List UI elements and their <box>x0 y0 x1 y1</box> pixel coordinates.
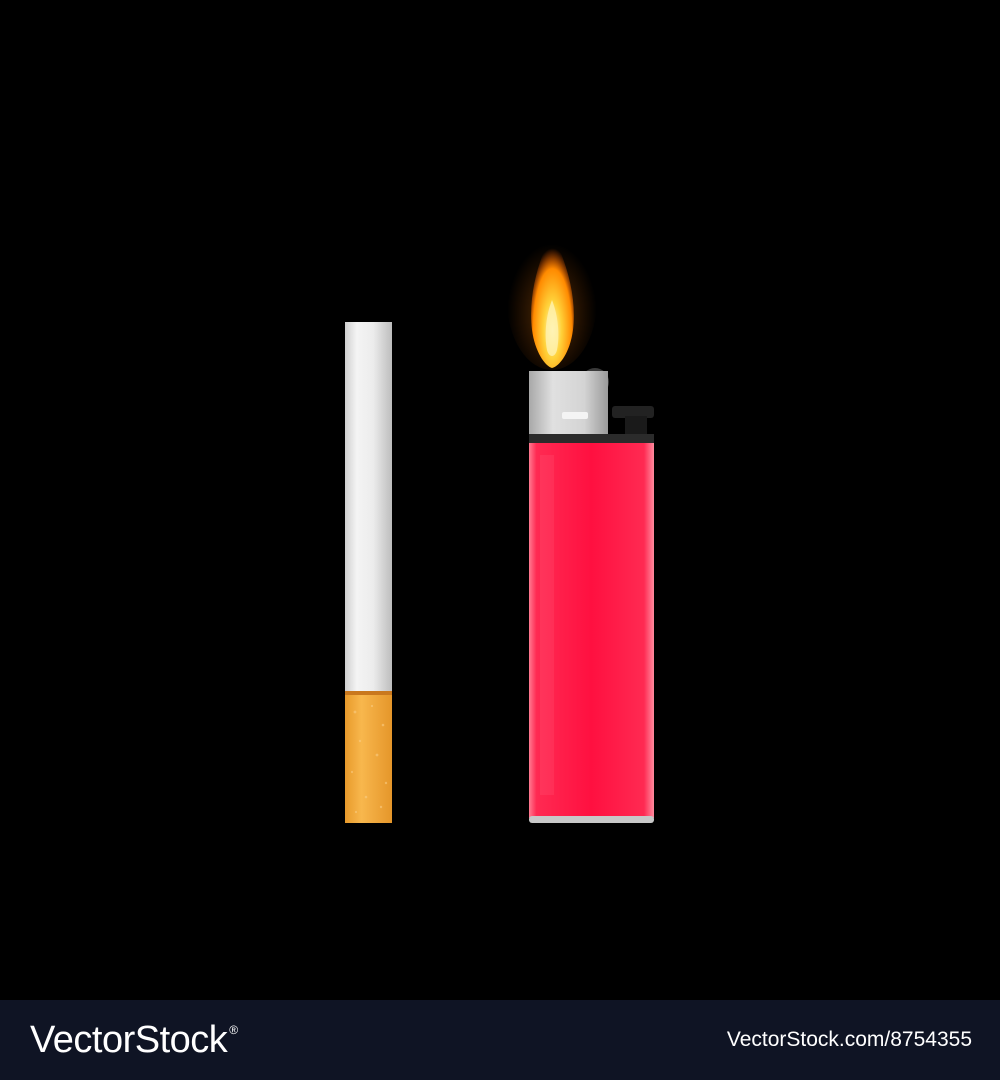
cigarette-band <box>345 691 392 695</box>
watermark-bar: VectorStock ® VectorStock.com/8754355 <box>0 1000 1000 1080</box>
lighter-collar <box>529 434 654 444</box>
cigarette-filter <box>345 695 392 823</box>
body-highlight <box>540 455 554 795</box>
brand-name: VectorStock <box>30 1018 228 1061</box>
image-id: VectorStock.com/8754355 <box>726 1028 972 1051</box>
brand-logo: VectorStock ® <box>30 1019 238 1062</box>
registered-mark: ® <box>229 1022 238 1037</box>
lighter <box>507 230 654 823</box>
lighter-cap <box>529 371 608 436</box>
illustration-canvas <box>345 230 654 823</box>
cigarette <box>345 322 392 823</box>
cap-slot <box>562 412 588 419</box>
illustration-scene <box>0 0 1000 1000</box>
cigarette-paper <box>345 322 392 694</box>
lighter-base <box>529 816 654 823</box>
